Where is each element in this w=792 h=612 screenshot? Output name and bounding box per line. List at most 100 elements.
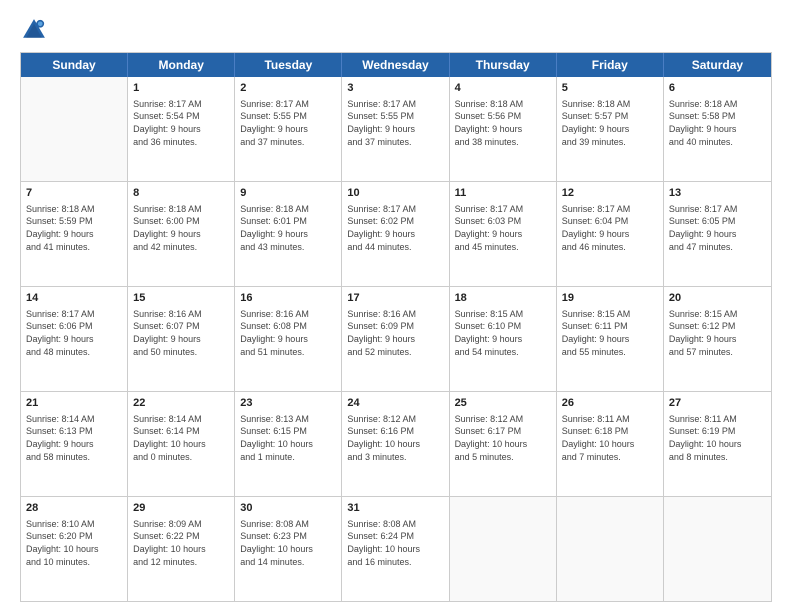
cell-info: Sunrise: 8:13 AMSunset: 6:15 PMDaylight:… xyxy=(240,413,336,463)
calendar-cell: 18 Sunrise: 8:15 AMSunset: 6:10 PMDayligh… xyxy=(450,287,557,391)
cell-info: Sunrise: 8:08 AMSunset: 6:24 PMDaylight:… xyxy=(347,518,443,568)
day-number: 10 xyxy=(347,186,443,201)
calendar-cell: 11 Sunrise: 8:17 AMSunset: 6:03 PMDayligh… xyxy=(450,182,557,286)
calendar-cell: 15 Sunrise: 8:16 AMSunset: 6:07 PMDayligh… xyxy=(128,287,235,391)
calendar-cell: 1 Sunrise: 8:17 AMSunset: 5:54 PMDaylight… xyxy=(128,77,235,181)
day-number: 1 xyxy=(133,81,229,96)
calendar-row: 14 Sunrise: 8:17 AMSunset: 6:06 PMDayligh… xyxy=(21,286,771,391)
day-number: 17 xyxy=(347,291,443,306)
day-number: 31 xyxy=(347,501,443,516)
cell-info: Sunrise: 8:18 AMSunset: 5:56 PMDaylight:… xyxy=(455,98,551,148)
day-number: 21 xyxy=(26,396,122,411)
calendar-cell: 29 Sunrise: 8:09 AMSunset: 6:22 PMDayligh… xyxy=(128,497,235,601)
day-number: 8 xyxy=(133,186,229,201)
cell-info: Sunrise: 8:18 AMSunset: 5:58 PMDaylight:… xyxy=(669,98,766,148)
calendar-cell: 14 Sunrise: 8:17 AMSunset: 6:06 PMDayligh… xyxy=(21,287,128,391)
day-number: 26 xyxy=(562,396,658,411)
cell-info: Sunrise: 8:17 AMSunset: 5:55 PMDaylight:… xyxy=(240,98,336,148)
cell-info: Sunrise: 8:18 AMSunset: 6:00 PMDaylight:… xyxy=(133,203,229,253)
cell-info: Sunrise: 8:17 AMSunset: 5:54 PMDaylight:… xyxy=(133,98,229,148)
calendar: SundayMondayTuesdayWednesdayThursdayFrid… xyxy=(20,52,772,602)
day-number: 29 xyxy=(133,501,229,516)
cell-info: Sunrise: 8:17 AMSunset: 6:03 PMDaylight:… xyxy=(455,203,551,253)
cell-info: Sunrise: 8:12 AMSunset: 6:16 PMDaylight:… xyxy=(347,413,443,463)
day-number: 2 xyxy=(240,81,336,96)
weekday-header: Friday xyxy=(557,53,664,77)
weekday-header: Sunday xyxy=(21,53,128,77)
weekday-header: Monday xyxy=(128,53,235,77)
calendar-cell: 17 Sunrise: 8:16 AMSunset: 6:09 PMDayligh… xyxy=(342,287,449,391)
calendar-cell: 8 Sunrise: 8:18 AMSunset: 6:00 PMDaylight… xyxy=(128,182,235,286)
cell-info: Sunrise: 8:15 AMSunset: 6:10 PMDaylight:… xyxy=(455,308,551,358)
day-number: 25 xyxy=(455,396,551,411)
calendar-cell: 4 Sunrise: 8:18 AMSunset: 5:56 PMDaylight… xyxy=(450,77,557,181)
day-number: 11 xyxy=(455,186,551,201)
day-number: 14 xyxy=(26,291,122,306)
day-number: 9 xyxy=(240,186,336,201)
calendar-cell: 9 Sunrise: 8:18 AMSunset: 6:01 PMDaylight… xyxy=(235,182,342,286)
calendar-cell: 10Sunrise: 8:17 AMSunset: 6:02 PMDayligh… xyxy=(342,182,449,286)
calendar-cell xyxy=(664,497,771,601)
weekday-header: Thursday xyxy=(450,53,557,77)
cell-info: Sunrise: 8:14 AMSunset: 6:14 PMDaylight:… xyxy=(133,413,229,463)
day-number: 5 xyxy=(562,81,658,96)
calendar-cell: 21 Sunrise: 8:14 AMSunset: 6:13 PMDayligh… xyxy=(21,392,128,496)
day-number: 13 xyxy=(669,186,766,201)
calendar-cell: 13 Sunrise: 8:17 AMSunset: 6:05 PMDayligh… xyxy=(664,182,771,286)
calendar-cell xyxy=(21,77,128,181)
cell-info: Sunrise: 8:16 AMSunset: 6:07 PMDaylight:… xyxy=(133,308,229,358)
cell-info: Sunrise: 8:11 AMSunset: 6:19 PMDaylight:… xyxy=(669,413,766,463)
calendar-cell: 3 Sunrise: 8:17 AMSunset: 5:55 PMDaylight… xyxy=(342,77,449,181)
logo xyxy=(20,16,52,44)
calendar-cell xyxy=(557,497,664,601)
cell-info: Sunrise: 8:15 AMSunset: 6:11 PMDaylight:… xyxy=(562,308,658,358)
cell-info: Sunrise: 8:18 AMSunset: 6:01 PMDaylight:… xyxy=(240,203,336,253)
cell-info: Sunrise: 8:11 AMSunset: 6:18 PMDaylight:… xyxy=(562,413,658,463)
day-number: 12 xyxy=(562,186,658,201)
cell-info: Sunrise: 8:16 AMSunset: 6:08 PMDaylight:… xyxy=(240,308,336,358)
day-number: 6 xyxy=(669,81,766,96)
day-number: 19 xyxy=(562,291,658,306)
day-number: 30 xyxy=(240,501,336,516)
cell-info: Sunrise: 8:17 AMSunset: 5:55 PMDaylight:… xyxy=(347,98,443,148)
logo-icon xyxy=(20,16,48,44)
day-number: 4 xyxy=(455,81,551,96)
cell-info: Sunrise: 8:17 AMSunset: 6:05 PMDaylight:… xyxy=(669,203,766,253)
calendar-cell: 5 Sunrise: 8:18 AMSunset: 5:57 PMDaylight… xyxy=(557,77,664,181)
calendar-cell: 26 Sunrise: 8:11 AMSunset: 6:18 PMDayligh… xyxy=(557,392,664,496)
weekday-header: Wednesday xyxy=(342,53,449,77)
cell-info: Sunrise: 8:16 AMSunset: 6:09 PMDaylight:… xyxy=(347,308,443,358)
calendar-cell: 24 Sunrise: 8:12 AMSunset: 6:16 PMDayligh… xyxy=(342,392,449,496)
calendar-cell: 12 Sunrise: 8:17 AMSunset: 6:04 PMDayligh… xyxy=(557,182,664,286)
day-number: 7 xyxy=(26,186,122,201)
calendar-cell: 28 Sunrise: 8:10 AMSunset: 6:20 PMDayligh… xyxy=(21,497,128,601)
calendar-cell: 7Sunrise: 8:18 AMSunset: 5:59 PMDaylight… xyxy=(21,182,128,286)
cell-info: Sunrise: 8:14 AMSunset: 6:13 PMDaylight:… xyxy=(26,413,122,463)
day-number: 18 xyxy=(455,291,551,306)
calendar-cell: 30Sunrise: 8:08 AMSunset: 6:23 PMDayligh… xyxy=(235,497,342,601)
day-number: 15 xyxy=(133,291,229,306)
cell-info: Sunrise: 8:17 AMSunset: 6:04 PMDaylight:… xyxy=(562,203,658,253)
cell-info: Sunrise: 8:09 AMSunset: 6:22 PMDaylight:… xyxy=(133,518,229,568)
calendar-cell: 25Sunrise: 8:12 AMSunset: 6:17 PMDayligh… xyxy=(450,392,557,496)
calendar-row: 1 Sunrise: 8:17 AMSunset: 5:54 PMDaylight… xyxy=(21,77,771,181)
day-number: 16 xyxy=(240,291,336,306)
weekday-header: Tuesday xyxy=(235,53,342,77)
calendar-cell: 22Sunrise: 8:14 AMSunset: 6:14 PMDayligh… xyxy=(128,392,235,496)
calendar-row: 7Sunrise: 8:18 AMSunset: 5:59 PMDaylight… xyxy=(21,181,771,286)
day-number: 24 xyxy=(347,396,443,411)
calendar-cell: 23Sunrise: 8:13 AMSunset: 6:15 PMDayligh… xyxy=(235,392,342,496)
calendar-body: 1 Sunrise: 8:17 AMSunset: 5:54 PMDaylight… xyxy=(21,77,771,601)
calendar-row: 21 Sunrise: 8:14 AMSunset: 6:13 PMDayligh… xyxy=(21,391,771,496)
calendar-cell: 2 Sunrise: 8:17 AMSunset: 5:55 PMDaylight… xyxy=(235,77,342,181)
day-number: 20 xyxy=(669,291,766,306)
day-number: 27 xyxy=(669,396,766,411)
cell-info: Sunrise: 8:17 AMSunset: 6:06 PMDaylight:… xyxy=(26,308,122,358)
cell-info: Sunrise: 8:18 AMSunset: 5:57 PMDaylight:… xyxy=(562,98,658,148)
calendar-cell: 19 Sunrise: 8:15 AMSunset: 6:11 PMDayligh… xyxy=(557,287,664,391)
day-number: 28 xyxy=(26,501,122,516)
cell-info: Sunrise: 8:10 AMSunset: 6:20 PMDaylight:… xyxy=(26,518,122,568)
cell-info: Sunrise: 8:15 AMSunset: 6:12 PMDaylight:… xyxy=(669,308,766,358)
calendar-cell: 27 Sunrise: 8:11 AMSunset: 6:19 PMDayligh… xyxy=(664,392,771,496)
day-number: 3 xyxy=(347,81,443,96)
